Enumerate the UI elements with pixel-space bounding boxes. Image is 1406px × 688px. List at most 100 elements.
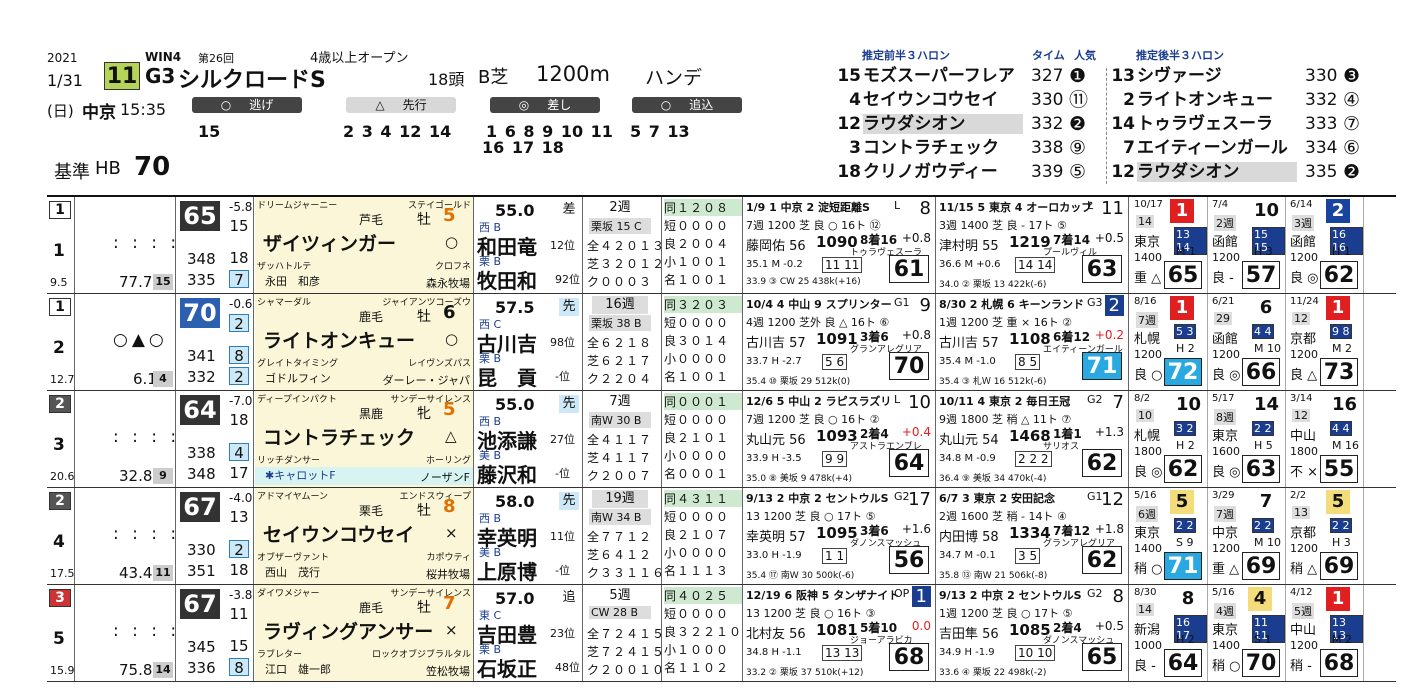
pace-horse-name: トゥラヴェスーラ bbox=[1137, 114, 1273, 134]
mini-place: 1 bbox=[1326, 587, 1350, 611]
mini-venue: 札幌 bbox=[1134, 332, 1161, 347]
horse-name: ライトオンキュー bbox=[263, 330, 416, 352]
mini-going: 良 ◎ bbox=[1134, 465, 1163, 480]
mini-dist: 1000 bbox=[1134, 639, 1162, 652]
pace-horse-name: ライトオンキュー bbox=[1137, 90, 1273, 110]
past-race-jockey: 幸英明 57 bbox=[746, 530, 806, 545]
past-race: 1/9 1 中京 2 淀短距離S L 8 7週 1200 芝 良 ○ 16ト ⑫ 藤岡佑… bbox=[744, 197, 936, 293]
mini-date: 11/24 bbox=[1290, 296, 1319, 307]
jockey-rank: 12位 bbox=[550, 239, 575, 252]
past-race-corner: 1 1 bbox=[822, 548, 848, 564]
mini-place: 14 bbox=[1254, 394, 1280, 415]
past-race-jockey: 吉田隼 56 bbox=[939, 627, 999, 642]
pace-pop: ❸ bbox=[1343, 65, 1361, 87]
past-race-position: 1 bbox=[911, 586, 931, 607]
dam-sire: ホーリング bbox=[425, 456, 471, 466]
pace-horse-name: モズスーパーフレア bbox=[863, 66, 1015, 86]
mini-sub: 3週 bbox=[1292, 215, 1314, 231]
mini-date: 10/17 bbox=[1134, 199, 1163, 210]
carried-weight: 57.5 bbox=[495, 298, 535, 317]
past-race: 12/19 6 阪神 5 タンザナイト OP 1 13 1200 芝 良 ○ 16ト … bbox=[744, 585, 936, 681]
mini-date: 5/17 bbox=[1212, 393, 1235, 404]
pace-time: 330 bbox=[1031, 90, 1064, 110]
pace-pop: ⑥ bbox=[1343, 137, 1361, 159]
mini-venue: 東京 bbox=[1212, 623, 1239, 638]
course-type: B芝 bbox=[478, 67, 509, 88]
baseline-code: HB bbox=[95, 158, 121, 179]
mini-date: 2/2 bbox=[1290, 490, 1307, 501]
mini-hm: M 16 bbox=[1332, 439, 1359, 452]
sub-index-1: 341 bbox=[187, 347, 216, 365]
past-race-corner: 14 14 bbox=[1015, 257, 1056, 273]
mini-hm: H 3 bbox=[1332, 536, 1351, 549]
mini-going: 良 - bbox=[1134, 659, 1156, 674]
distance-record: 小００００ bbox=[664, 546, 730, 560]
sub-index-2: 351 bbox=[187, 562, 216, 580]
prediction-mark: × bbox=[445, 621, 458, 639]
past-race-grade: G3 bbox=[1087, 296, 1103, 309]
sub-index-1-rank: 2 bbox=[229, 540, 249, 559]
mini-dist: 1400 bbox=[1134, 251, 1162, 264]
pace-time: 330 bbox=[1305, 66, 1338, 86]
mini-going: 重 △ bbox=[1134, 271, 1162, 286]
age: 5 bbox=[443, 205, 456, 226]
style-oikomi-horses: 5 7 13 bbox=[630, 122, 690, 141]
mini-date: 3/29 bbox=[1212, 490, 1235, 501]
pace-horse-no: 13 bbox=[1111, 66, 1135, 86]
pace-horse-name: エイティーンガール bbox=[1137, 138, 1288, 158]
mini-sub: 10 bbox=[1136, 409, 1154, 422]
col-divider bbox=[253, 488, 254, 584]
col-divider bbox=[582, 488, 583, 584]
record-class: ク２００１０ bbox=[587, 663, 666, 677]
mini-score: 64 bbox=[1164, 649, 1202, 677]
sub-index-1-rank: 8 bbox=[229, 346, 249, 365]
past-race-meta: 13 1200 芝 良 ○ 17ト ⑤ bbox=[746, 510, 876, 523]
mini-venue: 中京 bbox=[1212, 526, 1239, 541]
pace-row: 12 ラウダシオン 335 ❷ bbox=[1111, 160, 1361, 184]
pace-horse-no: 12 bbox=[837, 114, 861, 134]
breeder: ノーザンF bbox=[419, 471, 470, 484]
trainer-name: 石坂正 bbox=[477, 657, 537, 681]
pace-time: 327 bbox=[1031, 66, 1064, 86]
pace-pop: ❶ bbox=[1069, 65, 1087, 87]
index-diff: -7.0 bbox=[229, 394, 253, 408]
prediction-marks: : : : : bbox=[113, 233, 181, 253]
col-divider bbox=[175, 585, 176, 681]
mini-place: 5 bbox=[1326, 490, 1350, 514]
mini-hm: M 10 bbox=[1254, 536, 1281, 549]
mini-sub: 29 bbox=[1214, 312, 1232, 325]
sire: ドリームジャーニー bbox=[257, 201, 338, 211]
mini-hm: H 3 bbox=[1254, 245, 1273, 258]
past-race-sub: 35.4 M -1.0 bbox=[939, 356, 996, 367]
distance-record: 短００００ bbox=[664, 510, 730, 524]
speed-index: 65 bbox=[180, 201, 220, 231]
jockey-rank: 27位 bbox=[550, 433, 575, 446]
col-divider bbox=[74, 294, 75, 390]
sub-index-1-rank: 4 bbox=[229, 443, 249, 462]
mini-venue: 中山 bbox=[1290, 429, 1317, 444]
mini-place: 1 bbox=[1326, 296, 1350, 320]
pace-horse-name: ラウダシオン bbox=[863, 114, 1023, 134]
mini-score: 69 bbox=[1320, 552, 1358, 580]
mini-going: 重 △ bbox=[1212, 562, 1240, 577]
horse-row: 1 1 9.5: : : :77.7 15 65 -5.8 15 348 18 335 7 ドリームジ… bbox=[47, 197, 1396, 294]
mini-hm: M 2 bbox=[1332, 342, 1352, 355]
style-oikomi-pill: ○ 追込 bbox=[632, 97, 742, 113]
training: 栗坂 15 C bbox=[589, 218, 651, 234]
past-race-header: 11/15 5 東京 4 オーロカップ bbox=[939, 201, 1093, 214]
mini-venue: 新潟 bbox=[1134, 623, 1161, 638]
baseline-label: 基準 bbox=[54, 162, 90, 183]
record-class: ク２００７ bbox=[587, 469, 653, 483]
mini-going: 稍 ○ bbox=[1134, 562, 1163, 577]
pace-row: 4 セイウンコウセイ 330 ⑪ bbox=[837, 88, 1091, 112]
mini-hm: S 9 bbox=[1176, 536, 1194, 549]
col-divider bbox=[661, 197, 662, 293]
age: 8 bbox=[443, 496, 456, 517]
breeder: ダーレー・ジャパ bbox=[382, 374, 470, 387]
mini-boxes: 9 8 bbox=[1330, 324, 1352, 339]
trainer-name: 昆 貢 bbox=[477, 366, 537, 390]
past-race-score: 70 bbox=[889, 352, 929, 380]
expected-value: 32.8 bbox=[119, 467, 153, 485]
trainer-rank: -位 bbox=[555, 564, 570, 577]
past-race-position: 7 bbox=[1112, 392, 1124, 413]
